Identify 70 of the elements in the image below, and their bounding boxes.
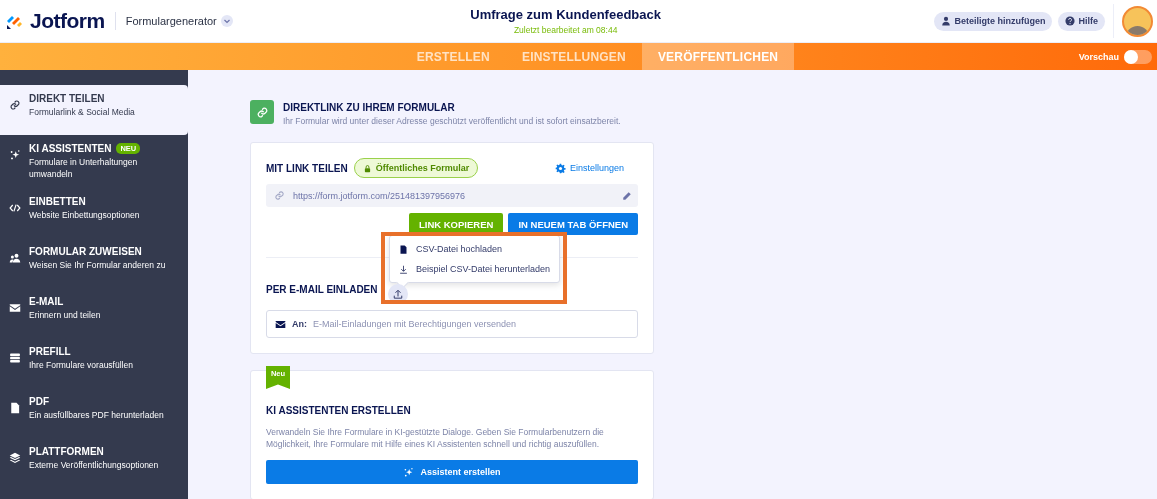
- form-url: https://form.jotform.com/251481397956976: [293, 190, 467, 201]
- ai-card-title: KI ASSISTENTEN ERSTELLEN: [266, 405, 412, 416]
- document-icon: [9, 402, 21, 414]
- sidebar-item[interactable]: DIREKT TEILEN Formularlink & Social Media: [0, 85, 188, 135]
- help-icon: [1065, 16, 1076, 26]
- envelope-icon: [9, 302, 21, 314]
- pencil-icon: [622, 190, 632, 201]
- sidebar-item-subtitle: Formularlink & Social Media: [29, 106, 136, 118]
- envelope-icon: [275, 318, 286, 330]
- preview-toggle[interactable]: [1124, 49, 1152, 64]
- download-icon: [399, 264, 408, 274]
- email-input[interactable]: E-Mail-Einladungen mit Berechtigungen versenden: [313, 319, 629, 329]
- ai-card-description: Verwandeln Sie Ihre Formulare in KI-gestützte Dialoge. Geben Sie Formularbenutzern die Möglichkeit, Ihre Formulare mit Hilfe eines KI Assistenten schnell und richtig auszufüllen.: [266, 426, 605, 450]
- chevron-icon: [220, 15, 233, 27]
- sidebar-item-subtitle: Website Einbettungsoptionen: [29, 209, 141, 221]
- sidebar-item-subtitle: Weisen Sie Ihr Formular anderen zu: [29, 259, 167, 271]
- section-description: Ihr Formular wird unter dieser Adresse geschützt veröffentlicht und ist sofort einsatzbereit.: [283, 116, 621, 126]
- url-field[interactable]: https://form.jotform.com/251481397956976: [266, 184, 638, 207]
- code-icon: [9, 202, 21, 214]
- share-heading: MIT LINK TEILEN: [266, 162, 348, 174]
- sidebar-item-title: EINBETTEN: [29, 196, 86, 207]
- sparkle-icon: [403, 466, 415, 478]
- email-heading: PER E-MAIL EINLADEN: [266, 284, 378, 297]
- to-label: An:: [292, 319, 307, 329]
- menu-item[interactable]: Beispiel CSV-Datei herunterladen: [390, 259, 560, 279]
- sidebar-item-subtitle: Ihre Formulare vorausfüllen: [29, 359, 134, 371]
- sidebar-item[interactable]: PLATTFORMEN Externe Veröffentlichungsoptionen: [0, 438, 188, 488]
- sidebar-item-title: DIREKT TEILEN: [29, 93, 105, 104]
- layers-icon: [9, 452, 21, 464]
- sidebar-item[interactable]: PDF Ein ausfüllbares PDF herunterladen: [0, 388, 188, 438]
- lock-icon: [362, 163, 372, 173]
- sidebar-item-subtitle: Externe Veröffentlichungsoptionen: [29, 459, 160, 471]
- last-edited-text: Zuletzt bearbeitet am 08:44: [513, 25, 618, 35]
- sidebar-item[interactable]: FORMULAR ZUWEISEN Weisen Sie Ihr Formular anderen zu: [0, 238, 188, 288]
- product-menu[interactable]: Formulargenerator: [125, 15, 233, 27]
- sidebar-item-title: PREFILL: [29, 346, 71, 357]
- link-icon: [9, 99, 21, 111]
- avatar[interactable]: [1122, 5, 1153, 37]
- sidebar-item[interactable]: EINBETTEN Website Einbettungsoptionen: [0, 188, 188, 238]
- sidebar-item-subtitle: Ein ausfüllbares PDF herunterladen: [29, 409, 165, 421]
- stack-icon: [9, 352, 21, 364]
- person-icon: [941, 16, 952, 26]
- sidebar-item[interactable]: E-MAIL Erinnern und teilen: [0, 288, 188, 338]
- access-badge[interactable]: Öffentliches Formular: [353, 158, 479, 178]
- sidebar-item[interactable]: PREFILL Ihre Formulare vorausfüllen: [0, 338, 188, 388]
- help-button[interactable]: Hilfe: [1058, 11, 1105, 31]
- sidebar-item-subtitle: Formulare in Unterhaltungen umwandeln: [29, 156, 139, 180]
- sidebar-item-title: PDF: [29, 396, 49, 407]
- logo-text: Jotform: [30, 9, 105, 33]
- add-collaborators-button[interactable]: Beteiligte hinzufügen: [934, 11, 1053, 31]
- menu-item[interactable]: CSV-Datei hochladen: [390, 239, 560, 259]
- form-title: Umfrage zum Kundenfeedback: [470, 7, 661, 22]
- sidebar-item-title: KI ASSISTENTEN: [29, 143, 112, 154]
- settings-link[interactable]: Einstellungen: [548, 161, 630, 175]
- sparkle-icon: [9, 149, 21, 161]
- preview-label: Vorschau: [1078, 51, 1119, 62]
- link-icon: [274, 190, 285, 201]
- people-icon: [9, 252, 21, 264]
- sidebar-item-subtitle: Erinnern und teilen: [29, 309, 102, 321]
- sidebar-item-title: FORMULAR ZUWEISEN: [29, 246, 142, 257]
- link-icon: [250, 100, 274, 124]
- sidebar-item-title: E-MAIL: [29, 296, 64, 307]
- file-icon: [399, 244, 408, 254]
- create-assistant-button[interactable]: Assistent erstellen: [266, 460, 638, 484]
- section-title: DIREKTLINK ZU IHREM FORMULAR: [283, 102, 456, 113]
- open-tab-button[interactable]: IN NEUEM TAB ÖFFNEN: [508, 213, 638, 235]
- sidebar-item-title: PLATTFORMEN: [29, 446, 104, 457]
- email-field[interactable]: An: E-Mail-Einladungen mit Berechtigungen versenden: [266, 310, 638, 338]
- upload-icon: [393, 289, 403, 299]
- settings-icon: [554, 162, 566, 174]
